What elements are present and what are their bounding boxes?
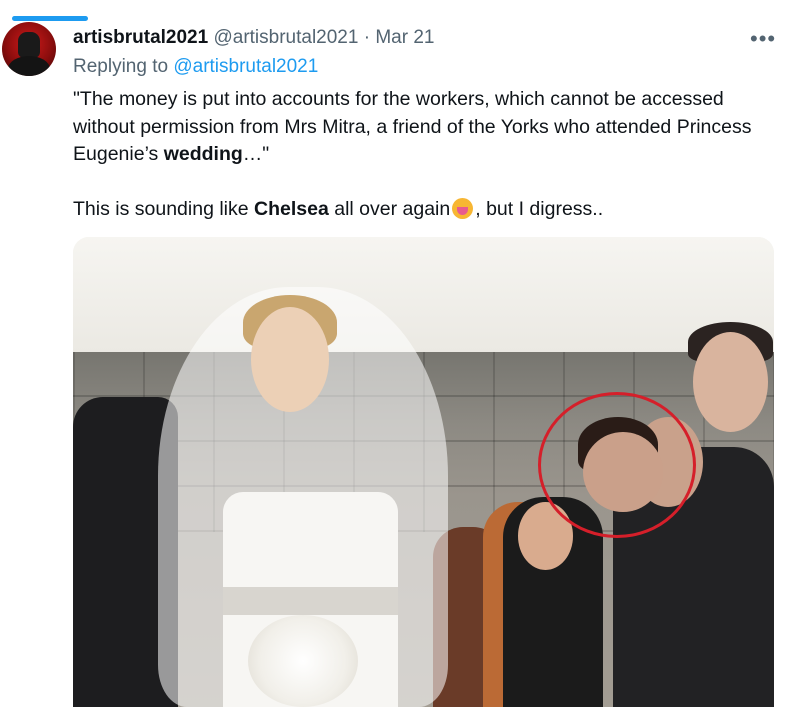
- comment-text-3: , but I digress..: [475, 197, 604, 220]
- comment-text-2: all over again: [328, 197, 451, 220]
- replying-handle-link[interactable]: @artisbrutal2021: [173, 56, 318, 77]
- quote-paragraph: "The money is put into accounts for the …: [73, 86, 773, 169]
- avatar-figure: [18, 32, 40, 58]
- more-icon[interactable]: •••: [750, 26, 776, 52]
- comment-paragraph: This is sounding like Chelsea all over a…: [73, 196, 773, 224]
- photo-man-right-head: [693, 332, 768, 432]
- quote-bold-word: wedding: [163, 143, 243, 165]
- avatar-shoulders: [8, 56, 50, 76]
- photo-building-cornice: [73, 237, 774, 352]
- avatar[interactable]: [2, 22, 56, 76]
- replying-to: Replying to @artisbrutal2021: [73, 56, 318, 78]
- photo-dress-belt: [223, 587, 398, 615]
- top-indicator: [12, 16, 88, 21]
- woman-facepalming-icon: [452, 197, 474, 219]
- photo-bride-face: [251, 307, 329, 412]
- separator-dot: ·: [363, 27, 371, 48]
- photo-bouquet: [248, 615, 358, 707]
- comment-bold-word: Chelsea: [254, 197, 329, 220]
- highlight-circle: [538, 392, 696, 538]
- quote-end: …": [242, 143, 270, 165]
- author-name[interactable]: artisbrutal2021: [73, 27, 208, 48]
- tweet-text: "The money is put into accounts for the …: [73, 86, 773, 223]
- replying-prefix: Replying to: [73, 56, 169, 77]
- comment-text: This is sounding like: [73, 197, 255, 220]
- tweet-photo[interactable]: [73, 237, 774, 707]
- tweet-date[interactable]: Mar 21: [375, 27, 434, 48]
- tweet-header: artisbrutal2021 @artisbrutal2021 · Mar 2…: [73, 27, 434, 49]
- author-handle[interactable]: @artisbrutal2021: [213, 27, 358, 48]
